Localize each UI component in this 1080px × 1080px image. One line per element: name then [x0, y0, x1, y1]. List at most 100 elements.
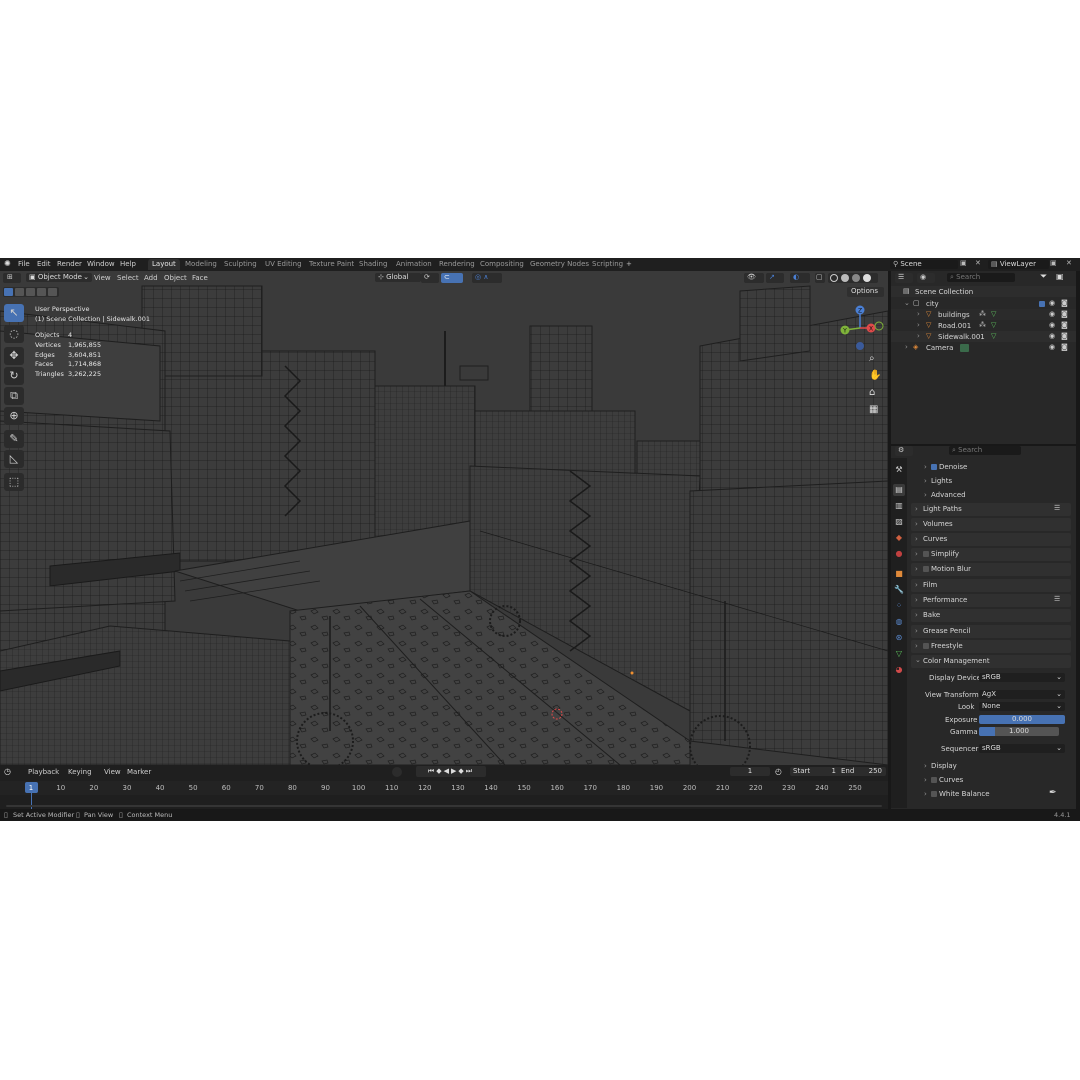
chevron-right-icon[interactable]: › [917, 332, 920, 340]
sidewalk-camera-icon[interactable]: ◙ [1061, 332, 1068, 340]
view-layer-tab-icon[interactable]: ▨ [893, 516, 905, 528]
material-tab-icon[interactable]: ◕ [893, 664, 905, 676]
panel-curves[interactable]: › Curves [911, 533, 1071, 546]
look-select[interactable]: None ⌄ [979, 702, 1065, 711]
simplify-checkbox[interactable] [923, 551, 929, 557]
data-tab-icon[interactable]: ▽ [893, 648, 905, 660]
tab-geometry-nodes[interactable]: Geometry Nodes [526, 259, 593, 270]
denoise-checkbox[interactable] [931, 464, 937, 470]
filter-icon[interactable]: ⏷ [1040, 272, 1047, 282]
modifier-tab-icon[interactable]: 🔧 [893, 584, 905, 596]
panel-freestyle[interactable]: › Freestyle [911, 640, 1071, 653]
panel-performance[interactable]: › Performance ☰ [911, 594, 1071, 607]
freestyle-checkbox[interactable] [923, 643, 929, 649]
add-cube-tool[interactable]: ⬚ [4, 473, 24, 491]
list-icon[interactable]: ☰ [1054, 595, 1060, 603]
tab-modeling[interactable]: Modeling [181, 259, 221, 270]
visibility-button[interactable]: 👁 [744, 273, 764, 283]
mode-selector[interactable]: ▣ Object Mode ⌄ [26, 273, 92, 282]
chevron-down-icon[interactable]: ⌄ [904, 299, 910, 307]
world-tab-icon[interactable]: ● [893, 548, 905, 560]
new-viewlayer-icon[interactable]: ▣ [1050, 259, 1057, 267]
output-tab-icon[interactable]: ▥ [893, 500, 905, 512]
gamma-slider[interactable]: 1.000 [979, 727, 1059, 736]
camera-view-icon[interactable]: ⌂ [869, 387, 875, 398]
advanced-label[interactable]: Advanced [931, 491, 966, 499]
sidewalk-eye-icon[interactable]: ◉ [1049, 332, 1055, 340]
transform-tool[interactable]: ⊕ [4, 407, 24, 425]
properties-editor-type[interactable]: ⚙ [895, 446, 913, 456]
select-invert-icon[interactable] [37, 288, 46, 296]
chevron-right-icon[interactable]: › [924, 463, 927, 471]
rotate-tool[interactable]: ↻ [4, 367, 24, 385]
menu-edit[interactable]: Edit [37, 260, 51, 268]
display-mode-button[interactable]: ◉ [917, 273, 935, 283]
scene-tab-icon[interactable]: ◆ [893, 532, 905, 544]
select-intersect-icon[interactable] [48, 288, 57, 296]
delete-scene-icon[interactable]: ✕ [975, 259, 981, 267]
view-transform-select[interactable]: AgX ⌄ [979, 690, 1065, 699]
transform-orientation-selector[interactable]: ⊹ Global [375, 273, 421, 282]
select-new-icon[interactable] [4, 288, 13, 296]
menu-render[interactable]: Render [57, 260, 82, 268]
panel-motion-blur[interactable]: › Motion Blur [911, 563, 1071, 576]
sequencer-select[interactable]: sRGB ⌄ [979, 744, 1065, 753]
chevron-right-icon[interactable]: › [924, 491, 927, 499]
city-eye-icon[interactable]: ◉ [1049, 299, 1055, 307]
pivot-point-button[interactable]: ⟳ [421, 273, 439, 283]
tab-uv-editing[interactable]: UV Editing [261, 259, 306, 270]
overlay-toggle[interactable]: ◐ [790, 273, 810, 283]
physics-tab-icon[interactable]: ◍ [893, 616, 905, 628]
panel-color-management[interactable]: ⌄ Color Management [911, 655, 1071, 668]
solid-shading-icon[interactable] [841, 274, 849, 282]
buildings-eye-icon[interactable]: ◉ [1049, 310, 1055, 318]
proportional-edit-button[interactable]: ◎ ∧ [472, 273, 502, 283]
options-button[interactable]: Options [847, 287, 884, 297]
lights-label[interactable]: Lights [931, 477, 952, 485]
chevron-right-icon[interactable]: › [924, 477, 927, 485]
tab-animation[interactable]: Animation [392, 259, 436, 270]
tab-texture-paint[interactable]: Texture Paint [305, 259, 358, 270]
tab-rendering[interactable]: Rendering [435, 259, 479, 270]
city-exclude-checkbox[interactable] [1039, 301, 1045, 307]
tool-tab-icon[interactable]: ⚒ [893, 464, 905, 476]
menu-window[interactable]: Window [87, 260, 115, 268]
gizmo-toggle[interactable]: ↗ [766, 273, 784, 283]
rendered-shading-icon[interactable] [863, 274, 871, 282]
road-camera-icon[interactable]: ◙ [1061, 321, 1068, 329]
panel-grease-pencil[interactable]: › Grease Pencil [911, 625, 1071, 638]
cm-display-label[interactable]: Display [931, 762, 957, 770]
timeline-scrollbar[interactable] [6, 805, 882, 807]
new-collection-icon[interactable]: ▣ [1056, 272, 1064, 281]
panel-light-paths[interactable]: › Light Paths ☰ [911, 503, 1071, 516]
chevron-right-icon[interactable]: › [917, 310, 920, 318]
properties-search[interactable]: ⌕ Search [949, 446, 1021, 455]
panel-bake[interactable]: › Bake [911, 609, 1071, 622]
zoom-icon[interactable]: ⌕ [869, 353, 875, 364]
add-workspace-button[interactable]: + [622, 259, 636, 270]
tab-layout[interactable]: Layout [148, 259, 180, 270]
panel-volumes[interactable]: › Volumes [911, 518, 1071, 531]
particles-tab-icon[interactable]: ⁘ [893, 600, 905, 612]
cursor-tool[interactable]: ◌ [4, 325, 24, 343]
eyedropper-icon[interactable]: ✒ [1049, 788, 1057, 798]
select-subtract-icon[interactable] [26, 288, 35, 296]
cm-curves-checkbox[interactable] [931, 777, 937, 783]
chevron-right-icon[interactable]: › [924, 790, 927, 798]
hand-icon[interactable]: ✋ [869, 370, 881, 381]
menu-face[interactable]: Face [192, 274, 208, 282]
material-shading-icon[interactable] [852, 274, 860, 282]
render-tab-icon[interactable]: ▤ [893, 484, 905, 496]
xray-toggle[interactable]: ▢ [815, 273, 825, 283]
camera-eye-icon[interactable]: ◉ [1049, 343, 1055, 351]
tab-sculpting[interactable]: Sculpting [220, 259, 261, 270]
chevron-right-icon[interactable]: › [924, 762, 927, 770]
outliner-search[interactable]: ⌕ Search [947, 273, 1015, 282]
menu-add[interactable]: Add [144, 274, 158, 282]
exposure-slider[interactable]: 0.000 [979, 715, 1065, 724]
buildings-camera-icon[interactable]: ◙ [1061, 310, 1068, 318]
road-eye-icon[interactable]: ◉ [1049, 321, 1055, 329]
white-balance-checkbox[interactable] [931, 791, 937, 797]
list-icon[interactable]: ☰ [1054, 504, 1060, 512]
viewlayer-selector[interactable]: ▤ ViewLayer [988, 260, 1049, 269]
